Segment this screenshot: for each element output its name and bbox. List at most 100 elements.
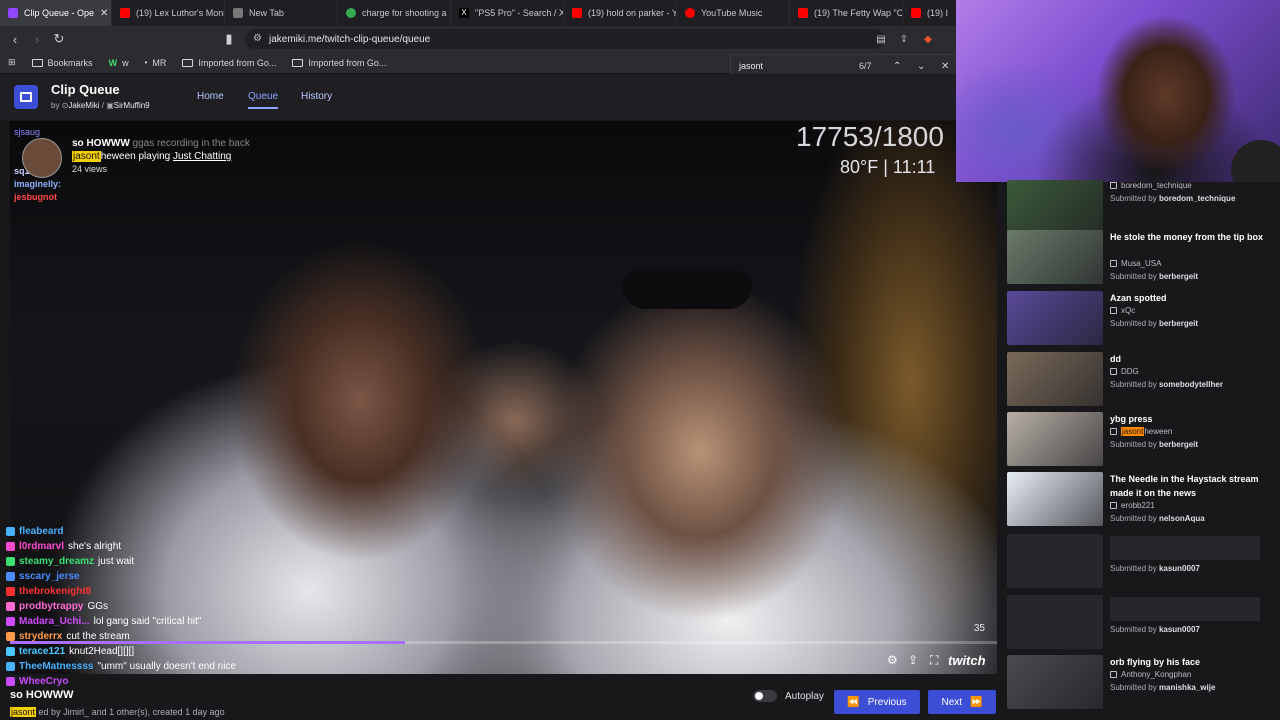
chat-line: thebrokenight8 [6,584,296,599]
bookmark-imported-2[interactable]: Imported from Go... [284,58,394,68]
clip-channel: boredom_technique [1110,181,1192,190]
submitter-name: manishka_wije [1158,683,1216,692]
tab-label: (19) hold on parker - Y [588,8,677,18]
tab-google[interactable]: charge for shooting a [338,0,451,26]
brave-shield-icon[interactable]: ◆ [917,28,939,50]
nav-queue[interactable]: Queue [248,91,279,109]
clip-thumbnail[interactable] [1007,534,1103,588]
tab-label: New Tab [249,8,284,18]
chat-line: sjsaug [14,125,274,138]
author-link[interactable]: JakeMiki [68,101,99,110]
clip-thumbnail[interactable] [1007,230,1103,284]
youtube-favicon-icon [120,8,130,18]
toggle-switch[interactable] [753,690,777,702]
tab-youtube-4[interactable]: (19) I [903,0,955,26]
bookmark-bookmarks[interactable]: Bookmarks [24,58,101,68]
clip-submitter: Submitted by berbergeit [1110,272,1198,281]
clip-thumbnail[interactable] [1007,595,1103,649]
chat-line: prodbytrappy GGs [6,599,296,614]
fullscreen-icon[interactable]: ⛶ [930,653,938,668]
reload-icon[interactable]: ↻ [48,28,70,50]
clip-title: orb flying by his face [1110,657,1201,667]
x-favicon-icon: X [459,8,469,18]
submitter-name: berbergeit [1158,440,1199,449]
clip-number: 35 [973,623,985,634]
site-info-icon[interactable]: ⚙ [253,33,262,44]
stream-chat: fleabeard l0rdmarvl she's alright steamy_dr… [6,524,296,704]
bookmark-imported-1[interactable]: Imported from Go... [174,58,284,68]
reader-icon[interactable]: ▤ [870,28,892,50]
tab-youtube-2[interactable]: (19) hold on parker - Y [564,0,677,26]
clip-thumbnail[interactable] [1007,655,1103,709]
bookmark-icon[interactable]: ▮ [218,28,240,50]
queue-item[interactable]: Submitted by kasun0007 [1007,534,1275,590]
bookmark-mr[interactable]: • MR [137,58,175,68]
tab-clip-queue[interactable]: Clip Queue - Ope ✕ [0,0,112,26]
clip-thumbnail[interactable] [1007,352,1103,406]
tab-youtube-3[interactable]: (19) The Fetty Wap "O [790,0,903,26]
queue-item[interactable]: The Needle in the Haystack stream made i… [1007,472,1275,528]
badge-icon [6,557,15,566]
stream-title: so HOWWW ggas recording in the back [72,138,250,149]
find-input[interactable]: jasont [739,61,763,71]
share-icon[interactable]: ⇪ [893,28,915,50]
settings-icon[interactable]: ⚙ [887,653,898,667]
apps-icon[interactable]: ⊞ [0,57,24,68]
chat-message: lol gang said "critical hit" [93,616,202,627]
chat-line: sscary_jerse [6,569,296,584]
queue-item[interactable]: Azan spotted xQc Submitted by berbergeit [1007,291,1275,347]
find-prev-icon[interactable]: ⌃ [893,61,901,72]
clip-thumbnail[interactable] [1007,472,1103,526]
tab-youtube-1[interactable]: (19) Lex Luthor's Moni [112,0,225,26]
author-link[interactable]: SirMuffin9 [114,101,150,110]
tab-label: (19) The Fetty Wap "O [814,8,903,18]
tab-x[interactable]: X "PS5 Pro" - Search / X [451,0,564,26]
twitch-logo[interactable]: twitch [948,653,986,668]
clip-thumbnail[interactable] [1007,291,1103,345]
tab-youtube-music[interactable]: YouTube Music [677,0,790,26]
address-bar[interactable]: ⚙ jakemiki.me/twitch-clip-queue/queue [245,29,885,49]
bookmark-w[interactable]: W w [101,58,137,68]
find-close-icon[interactable]: ✕ [941,61,949,72]
queue-list: boredom_technique Submitted by boredom_te… [1000,180,1280,720]
tab-new[interactable]: New Tab [225,0,338,26]
previous-button[interactable]: ⏪ Previous [834,690,920,714]
queue-item[interactable]: He stole the money from the tip box Musa_… [1007,230,1275,286]
close-icon[interactable]: ✕ [100,8,108,19]
submitted-prefix: Submitted by [1110,440,1157,449]
chat-user: stryderrx [19,631,63,642]
badge-icon [6,602,15,611]
queue-item[interactable]: Submitted by kasun0007 [1007,595,1275,651]
stream-title-text: so HOWWW [72,138,130,149]
nav-history[interactable]: History [301,91,332,102]
previous-label: Previous [867,696,907,708]
autoplay-toggle[interactable]: Autoplay [753,690,824,702]
folder-icon [31,58,43,67]
clip-thumbnail[interactable] [1007,180,1103,234]
next-button[interactable]: Next ⏩ [928,690,996,714]
channel-name: DDG [1121,367,1139,376]
forward-icon[interactable]: › [26,28,48,50]
clip-info-bar: so HOWWW jasont ed by Jimirl_ and 1 othe… [0,686,1000,720]
queue-item[interactable]: orb flying by his face Anthony_Kongphan Su… [1007,655,1275,711]
chat-user: jesbugnot [14,191,57,202]
clip-submitter: Submitted by berbergeit [1110,319,1198,328]
queue-item[interactable]: dd DDG Submitted by somebodytellher [1007,352,1275,408]
channel-name: boredom_technique [1121,181,1192,190]
game-link: Just Chatting [172,151,232,162]
queue-item[interactable]: ybg press jasont heween Submitted by berber… [1007,412,1275,468]
back-icon[interactable]: ‹ [4,28,26,50]
clip-channel: Musa_USA [1110,259,1161,268]
stream-playing: jasontheween playing Just Chatting [72,151,231,162]
share-icon[interactable]: ⇪ [908,653,918,667]
queue-item[interactable]: boredom_technique Submitted by boredom_te… [1007,180,1275,236]
chat-user: sscary_jerse [19,571,80,582]
chat-line: Madara_Uchi... lol gang said "critical hi… [6,614,296,629]
clip-title: Azan spotted [1110,293,1167,303]
find-next-icon[interactable]: ⌄ [917,61,925,72]
clip-thumbnail[interactable] [1007,412,1103,466]
chat-user: prodbytrappy [19,601,84,612]
autoplay-label: Autoplay [785,690,824,702]
badge-icon [6,662,15,671]
nav-home[interactable]: Home [197,91,224,102]
